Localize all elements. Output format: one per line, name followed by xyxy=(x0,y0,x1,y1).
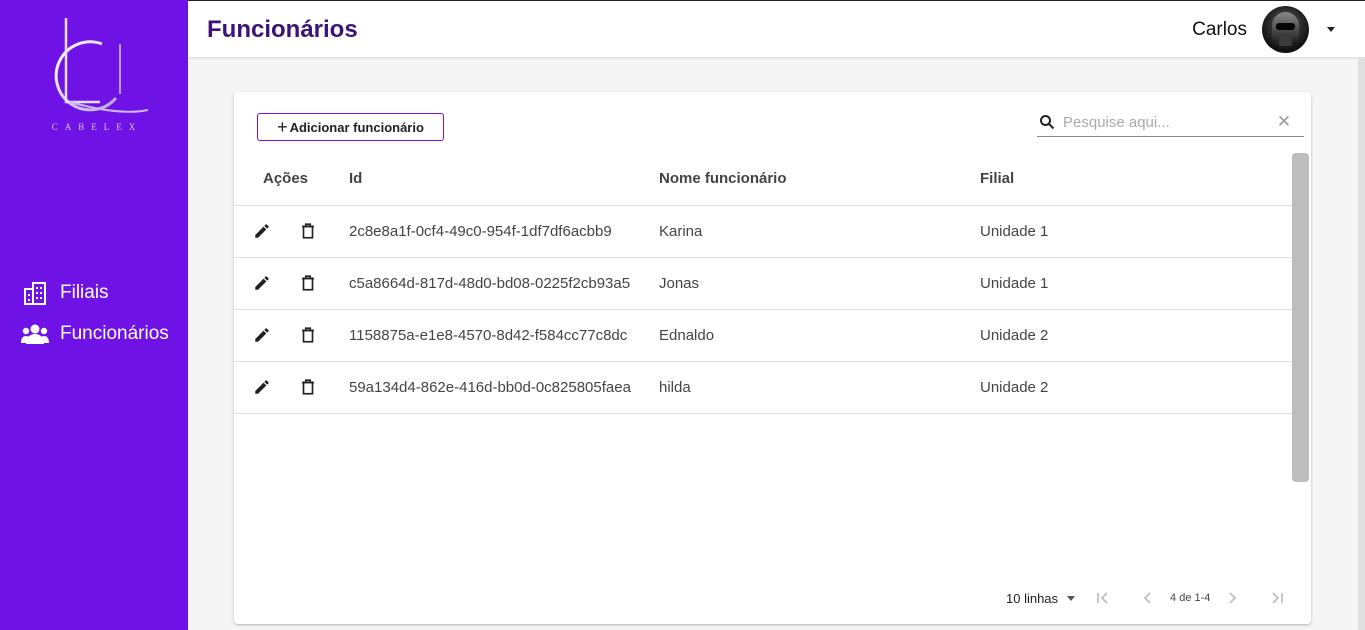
table-row: 59a134d4-862e-416d-bb0d-0c825805faea hil… xyxy=(234,361,1292,414)
cell-filial: Unidade 1 xyxy=(980,205,1292,258)
cell-name: Karina xyxy=(659,205,980,258)
user-menu[interactable]: Carlos xyxy=(1192,6,1335,53)
edit-icon[interactable] xyxy=(251,220,273,242)
cell-filial: Unidade 2 xyxy=(980,361,1292,414)
chevron-down-icon xyxy=(1067,595,1076,601)
edit-icon[interactable] xyxy=(251,324,273,346)
cell-id: c5a8664d-817d-48d0-bd08-0225f2cb93a5 xyxy=(339,257,659,310)
people-icon xyxy=(21,320,49,348)
building-icon xyxy=(21,279,49,307)
sidebar-item-funcionarios[interactable]: Funcionários xyxy=(0,313,188,354)
first-page-icon[interactable] xyxy=(1091,586,1115,610)
cell-filial: Unidade 2 xyxy=(980,309,1292,362)
cell-id: 1158875a-e1e8-4570-8d42-f584cc77c8dc xyxy=(339,309,659,362)
search-input[interactable] xyxy=(1063,113,1263,131)
rows-per-page-value: 10 linhas xyxy=(1006,590,1059,606)
sidebar-item-label: Filiais xyxy=(60,281,109,303)
sidebar-item-label: Funcionários xyxy=(60,322,169,344)
add-employee-button[interactable]: + Adicionar funcionário xyxy=(257,113,444,141)
previous-page-icon[interactable] xyxy=(1136,586,1160,610)
edit-icon[interactable] xyxy=(251,376,273,398)
table-row: 2c8e8a1f-0cf4-49c0-954f-1df7df6acbb9 Kar… xyxy=(234,205,1292,258)
sidebar: CABELEX Filiais Funcionários xyxy=(0,0,188,630)
trash-icon[interactable] xyxy=(297,376,319,398)
table-header-row: Ações Id Nome funcionário Filial xyxy=(234,153,1292,206)
user-name: Carlos xyxy=(1192,18,1247,40)
employees-table: Ações Id Nome funcionário Filial 2c8e8a1… xyxy=(234,153,1292,414)
trash-icon[interactable] xyxy=(297,220,319,242)
avatar[interactable] xyxy=(1262,6,1309,53)
chevron-down-icon[interactable] xyxy=(1327,27,1335,32)
logo-text: CABELEX xyxy=(51,122,143,132)
edit-icon[interactable] xyxy=(251,272,273,294)
cell-name: hilda xyxy=(659,361,980,414)
trash-icon[interactable] xyxy=(297,272,319,294)
cell-filial: Unidade 1 xyxy=(980,257,1292,310)
sidebar-item-filiais[interactable]: Filiais xyxy=(0,272,188,313)
close-icon[interactable]: ✕ xyxy=(1276,113,1292,130)
search-icon xyxy=(1037,112,1057,132)
page-scrollbar[interactable] xyxy=(1357,57,1365,630)
page-title: Funcionários xyxy=(207,16,358,43)
cell-name: Jonas xyxy=(659,257,980,310)
last-page-icon[interactable] xyxy=(1265,586,1289,610)
column-header-acoes: Ações xyxy=(234,153,339,206)
search-box: ✕ xyxy=(1037,108,1304,137)
top-bar: Funcionários Carlos xyxy=(188,0,1365,57)
table-row: c5a8664d-817d-48d0-bd08-0225f2cb93a5 Jon… xyxy=(234,257,1292,310)
pagination: 10 linhas 4 de 1-4 xyxy=(1006,586,1289,610)
cell-name: Ednaldo xyxy=(659,309,980,362)
cabelex-logo: CABELEX xyxy=(30,14,160,136)
column-header-filial: Filial xyxy=(980,153,1292,206)
column-header-nome: Nome funcionário xyxy=(659,153,980,206)
employees-card: + Adicionar funcionário ✕ Ações Id Nome … xyxy=(234,92,1311,624)
page-info: 4 de 1-4 xyxy=(1170,592,1211,604)
table-scrollbar[interactable] xyxy=(1292,153,1309,482)
plus-icon: + xyxy=(277,117,288,137)
rows-per-page-select[interactable]: 10 linhas xyxy=(1006,590,1076,606)
table-row: 1158875a-e1e8-4570-8d42-f584cc77c8dc Edn… xyxy=(234,309,1292,362)
cell-id: 2c8e8a1f-0cf4-49c0-954f-1df7df6acbb9 xyxy=(339,205,659,258)
add-employee-label: Adicionar funcionário xyxy=(289,119,424,135)
next-page-icon[interactable] xyxy=(1220,586,1244,610)
column-header-id: Id xyxy=(339,153,659,206)
cell-id: 59a134d4-862e-416d-bb0d-0c825805faea xyxy=(339,361,659,414)
sidebar-nav: Filiais Funcionários xyxy=(0,272,188,354)
trash-icon[interactable] xyxy=(297,324,319,346)
